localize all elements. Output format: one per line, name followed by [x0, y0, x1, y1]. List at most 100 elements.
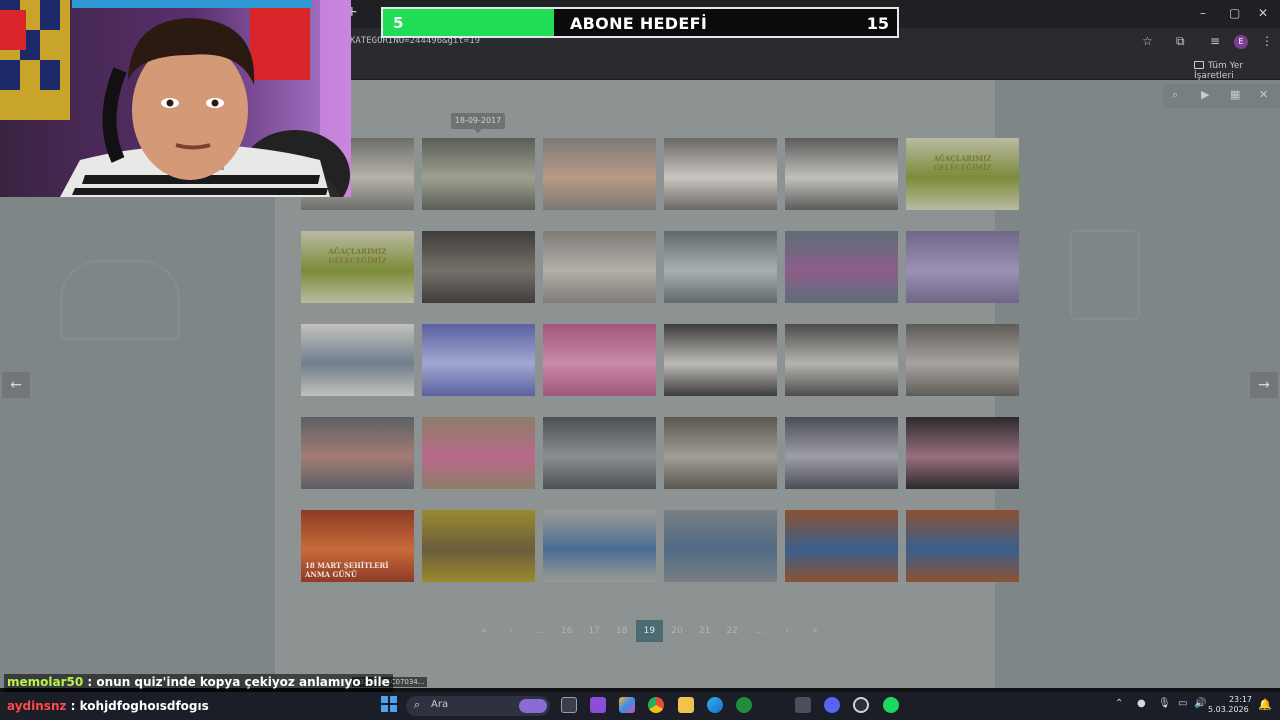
screen: + – ▢ ✕ KATEGORINO=244496&git=19 ☆ ⧉ ≡ E… [0, 0, 1280, 720]
chat-username: memolar50 [7, 675, 84, 689]
gallery-thumbnail[interactable] [664, 231, 777, 303]
chat-text: : kohjdfoghoısdfogıs [66, 699, 209, 713]
gallery-thumbnail[interactable] [422, 324, 535, 396]
task-view-icon[interactable] [561, 697, 577, 713]
page-link[interactable]: › [774, 620, 802, 642]
taskbar-date[interactable]: 5.03.2026 [1208, 705, 1249, 714]
gallery-thumbnail[interactable] [906, 231, 1019, 303]
page-link[interactable]: 20 [663, 620, 691, 642]
gallery-thumbnail[interactable] [543, 510, 656, 582]
gallery-thumbnail[interactable]: AĞAÇLARIMIZ GELECEĞİMİZ [301, 231, 414, 303]
prev-arrow-button[interactable]: ← [2, 372, 30, 398]
pagination: «‹... 16 17 18 19 20 21 22... ›» [470, 620, 829, 642]
close-window-button[interactable]: ✕ [1258, 6, 1268, 20]
tray-expand-icon[interactable]: ⌃ [1115, 698, 1123, 709]
gallery-thumbnail[interactable] [422, 417, 535, 489]
gallery-thumbnail[interactable] [543, 231, 656, 303]
gallery-thumbnail[interactable]: 18 MART ŞEHİTLERİ ANMA GÜNÜ [301, 510, 414, 582]
taskbar-time[interactable]: 23:17 [1222, 694, 1252, 705]
notebook-decoration [1070, 230, 1140, 320]
page-link[interactable]: 22 [718, 620, 746, 642]
play-icon[interactable]: ▶ [1201, 88, 1209, 101]
chat-username: aydinsnz [7, 699, 67, 713]
volume-icon[interactable]: 🔊 [1194, 698, 1206, 709]
taskbar-search-placeholder: Ara [431, 699, 449, 710]
next-arrow-button[interactable]: → [1250, 372, 1278, 398]
search-icon: ⌕ [414, 698, 421, 711]
network-icon[interactable]: ▭ [1178, 698, 1187, 709]
media-control-icon[interactable]: ≡ [1210, 34, 1220, 48]
grid-icon[interactable]: ▦ [1230, 88, 1240, 101]
file-explorer-icon[interactable] [678, 697, 694, 713]
page-link[interactable]: « [470, 620, 498, 642]
chat-text: : onun quiz'inde kopya çekiyoz anlamıyo … [83, 675, 390, 689]
gallery-thumbnail[interactable] [422, 231, 535, 303]
gallery-thumbnail[interactable]: AĞAÇLARIMIZ GELECEĞİMİZ [906, 138, 1019, 210]
discord-icon[interactable] [824, 697, 840, 713]
subscriber-goal-widget: 5 ABONE HEDEFİ 15 [381, 7, 899, 38]
edge-icon[interactable] [707, 697, 723, 713]
gallery-thumbnail[interactable] [785, 417, 898, 489]
page-link[interactable]: ... [525, 620, 553, 642]
all-bookmarks-button[interactable]: Tüm Yer İşaretleri [1194, 61, 1280, 81]
gallery-thumbnail[interactable] [664, 510, 777, 582]
gallery-thumbnail[interactable] [664, 324, 777, 396]
page-link[interactable]: 18 [608, 620, 636, 642]
thumbnail-caption: AĞAÇLARIMIZ GELECEĞİMİZ [328, 247, 387, 265]
goal-current-count: 5 [393, 14, 404, 32]
date-tooltip: 18-09-2017 [451, 113, 505, 133]
goal-title: ABONE HEDEFİ [570, 14, 708, 33]
goal-target-count: 15 [866, 14, 889, 33]
webcam-image [0, 0, 351, 197]
gallery-thumbnail[interactable] [301, 324, 414, 396]
windows-start-icon[interactable] [381, 696, 397, 712]
close-icon[interactable]: ✕ [1259, 88, 1268, 101]
gallery-thumbnail[interactable] [301, 417, 414, 489]
maximize-button[interactable]: ▢ [1229, 6, 1240, 20]
thumbnail-caption: AĞAÇLARIMIZ GELECEĞİMİZ [933, 154, 992, 172]
webcam-overlay [0, 0, 351, 197]
app-icon-purple[interactable] [590, 697, 606, 713]
extensions-icon[interactable]: ⧉ [1176, 34, 1185, 49]
copilot-icon[interactable] [619, 697, 635, 713]
gallery-thumbnail[interactable] [906, 510, 1019, 582]
page-link[interactable]: ... [746, 620, 774, 642]
thumbnail-grid: AĞAÇLARIMIZ GELECEĞİMİZ AĞAÇLARIMIZ GELEC… [301, 138, 1019, 582]
page-link[interactable]: 16 [553, 620, 581, 642]
page-link[interactable]: ‹ [498, 620, 526, 642]
notification-icon[interactable]: 🔔 [1258, 698, 1272, 711]
gallery-thumbnail[interactable] [422, 510, 535, 582]
page-link[interactable]: » [801, 620, 829, 642]
gallery-thumbnail[interactable] [422, 138, 535, 210]
gallery-thumbnail[interactable] [543, 324, 656, 396]
xbox-icon[interactable] [736, 697, 752, 713]
gallery-thumbnail[interactable] [785, 510, 898, 582]
gallery-thumbnail[interactable] [543, 417, 656, 489]
page-link[interactable]: 17 [580, 620, 608, 642]
chrome-icon[interactable] [648, 697, 664, 713]
page-link-active[interactable]: 19 [635, 620, 664, 642]
thumbnail-caption: 18 MART ŞEHİTLERİ ANMA GÜNÜ [305, 561, 389, 579]
obs-icon[interactable] [853, 697, 869, 713]
goal-progress-fill [383, 9, 555, 36]
gallery-thumbnail[interactable] [906, 324, 1019, 396]
gallery-thumbnail[interactable] [543, 138, 656, 210]
gallery-thumbnail[interactable] [664, 417, 777, 489]
book-decoration [60, 260, 180, 340]
tray-app-icon[interactable]: ● [1137, 698, 1146, 709]
microphone-icon[interactable]: 🎙 [1158, 698, 1171, 709]
gallery-thumbnail[interactable] [906, 417, 1019, 489]
minimize-button[interactable]: – [1200, 6, 1206, 20]
page-link[interactable]: 21 [691, 620, 719, 642]
app-icon-gray[interactable] [795, 697, 811, 713]
gallery-thumbnail[interactable] [664, 138, 777, 210]
chat-message: aydinsnz : kohjdfoghoısdfogıs [4, 698, 212, 714]
star-icon[interactable]: ☆ [1142, 34, 1153, 48]
profile-avatar[interactable]: E [1234, 35, 1248, 49]
menu-icon[interactable]: ⋮ [1261, 34, 1273, 48]
gallery-thumbnail[interactable] [785, 231, 898, 303]
gallery-thumbnail[interactable] [785, 324, 898, 396]
spotify-icon[interactable] [883, 697, 899, 713]
gallery-thumbnail[interactable] [785, 138, 898, 210]
zoom-icon[interactable]: ⌕ [1172, 88, 1178, 102]
